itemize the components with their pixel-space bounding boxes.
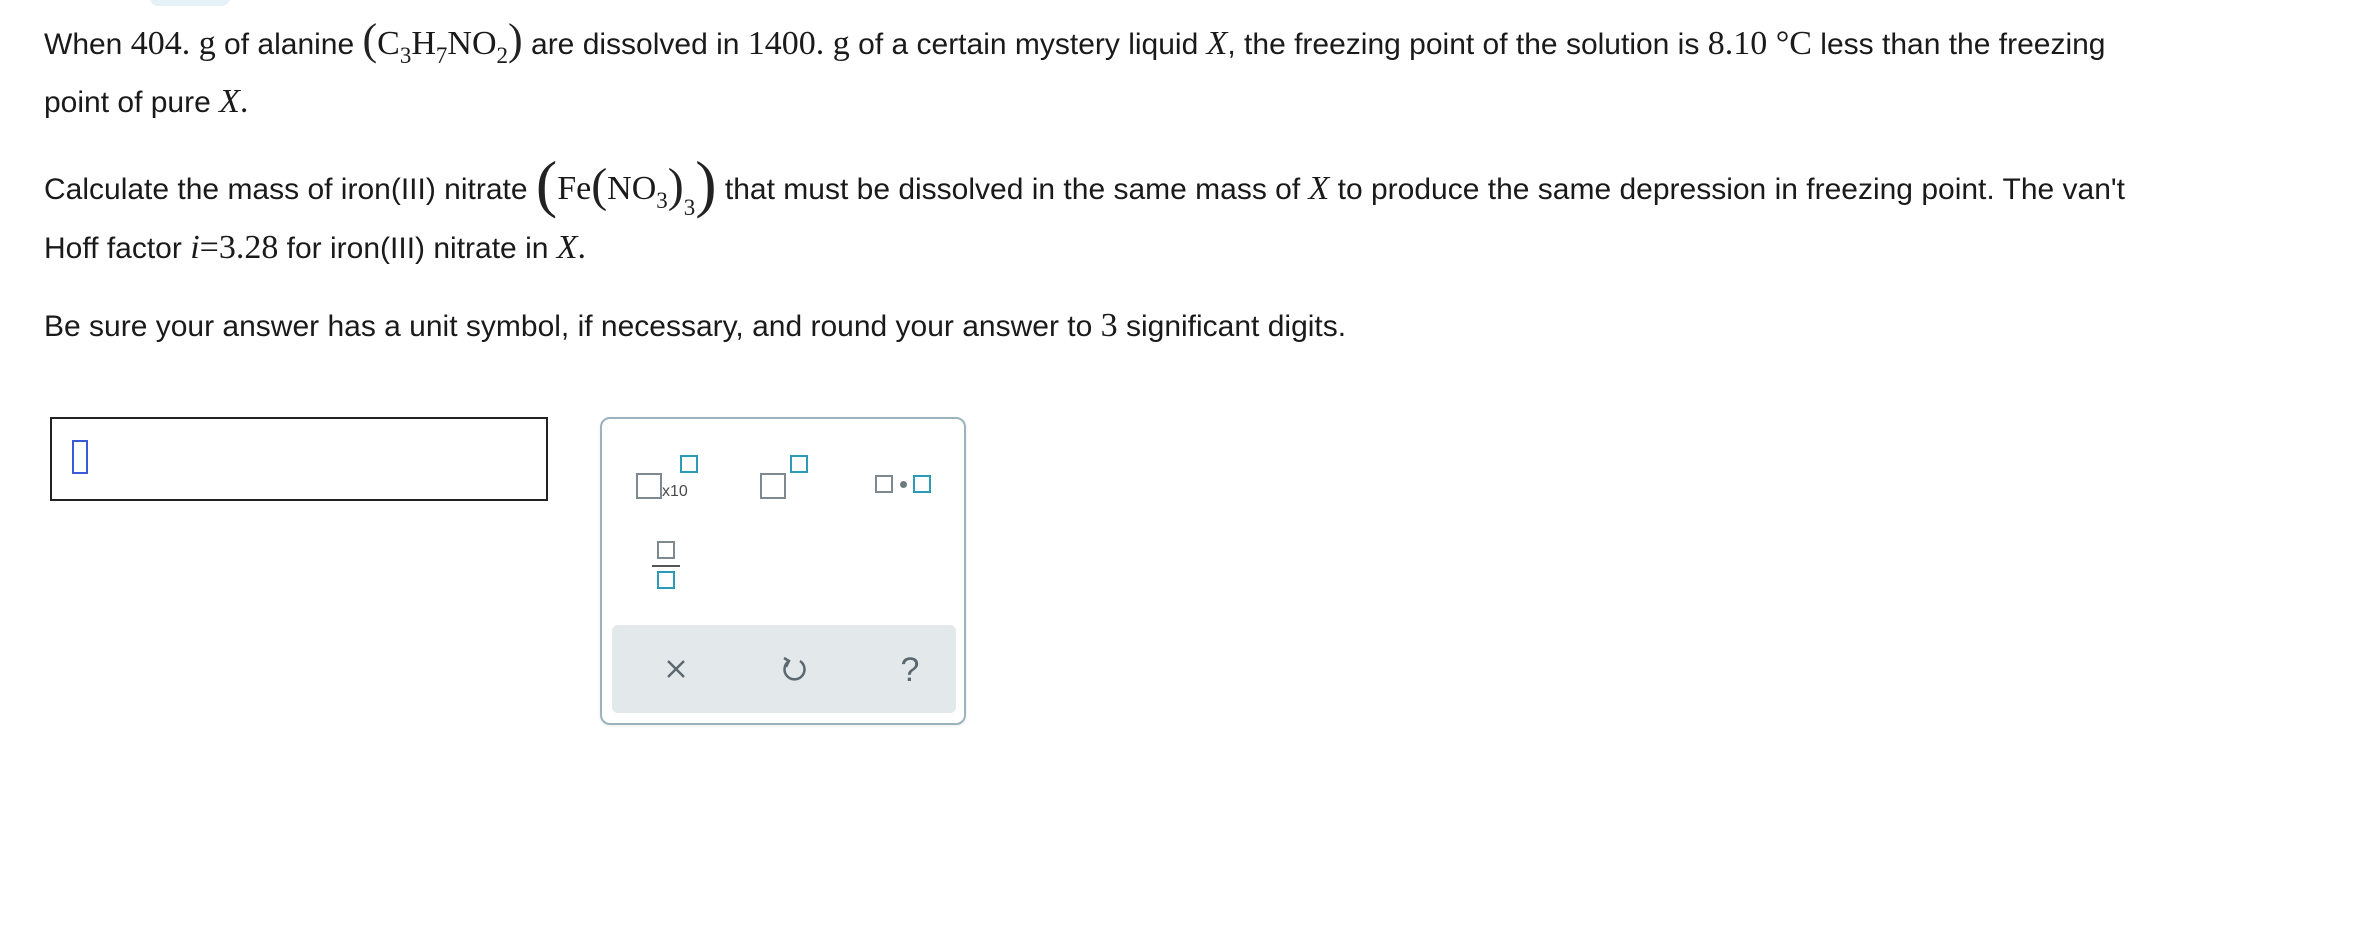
vant-hoff-value: =3.28: [199, 229, 279, 266]
alanine-formula: C3H7NO2: [377, 25, 509, 68]
liquid-symbol: X: [1206, 25, 1228, 62]
iron-nitrate-formula: Fe(NO3)3: [557, 159, 696, 220]
question-paragraph-2-line-2: Hoff factor i=3.28 for iron(III) nitrate…: [44, 228, 2334, 269]
palette-action-bar: ?: [612, 625, 956, 713]
superscript-icon[interactable]: [754, 451, 824, 511]
multiply-dot-icon[interactable]: [872, 451, 942, 511]
tab-indicator: [150, 0, 230, 6]
q2-text-3: to produce the same depression in freezi…: [1329, 173, 2125, 206]
question-paragraph-3: Be sure your answer has a unit symbol, i…: [44, 306, 2334, 347]
liquid-symbol: X: [556, 229, 578, 266]
right-paren: ): [508, 15, 523, 64]
help-icon[interactable]: ?: [888, 647, 932, 691]
question-paragraph-1-line-2: point of pure X.: [44, 82, 2334, 123]
input-cursor: [72, 440, 88, 474]
vant-hoff-symbol: i: [190, 229, 200, 266]
clear-icon[interactable]: [654, 647, 698, 691]
alanine-mass: 404. g: [130, 25, 216, 62]
x10-label: x10: [662, 483, 688, 500]
q1-text-5: , the freezing point of the solution is: [1227, 28, 1708, 61]
liquid-symbol: X: [1308, 170, 1330, 207]
q2-text-2: that must be dissolved in the same mass …: [716, 173, 1309, 206]
q1-text-3: are dissolved in: [522, 28, 748, 61]
solvent-mass: 1400. g: [747, 25, 850, 62]
answer-input[interactable]: [50, 417, 548, 501]
question-paragraph-2: Calculate the mass of iron(III) nitrate …: [44, 152, 2334, 220]
q1-text-2: of alanine: [215, 28, 363, 61]
question-paragraph-1: When 404. g of alanine (C3H7NO2) are dis…: [44, 18, 2334, 68]
q3-text-2: significant digits.: [1117, 310, 1347, 343]
q1-text-1: When: [44, 28, 131, 61]
q1-text-4: of a certain mystery liquid: [849, 28, 1207, 61]
math-tool-palette: x10 ?: [600, 417, 966, 725]
outer-right-paren: ): [695, 148, 717, 219]
q2-text-5: for iron(III) nitrate in: [278, 232, 557, 265]
q2-period: .: [577, 229, 587, 266]
left-paren: (: [362, 15, 378, 64]
svg-text:?: ?: [901, 651, 920, 689]
q1-period: .: [239, 83, 249, 120]
sig-digits: 3: [1100, 307, 1118, 344]
freezing-depression: 8.10 °C: [1707, 25, 1812, 62]
q3-text-1: Be sure your answer has a unit symbol, i…: [44, 310, 1101, 343]
undo-icon[interactable]: [772, 647, 816, 691]
outer-left-paren: (: [535, 148, 558, 219]
fraction-icon[interactable]: [644, 537, 714, 597]
liquid-symbol: X: [219, 83, 240, 120]
q2-text-4: Hoff factor: [44, 232, 191, 265]
q1-text-6: less than the freezing: [1811, 28, 2106, 61]
times-ten-icon[interactable]: x10: [630, 451, 700, 511]
q2-text-1: Calculate the mass of iron(III) nitrate: [44, 173, 536, 206]
q1-text-7: point of pure: [44, 86, 220, 119]
